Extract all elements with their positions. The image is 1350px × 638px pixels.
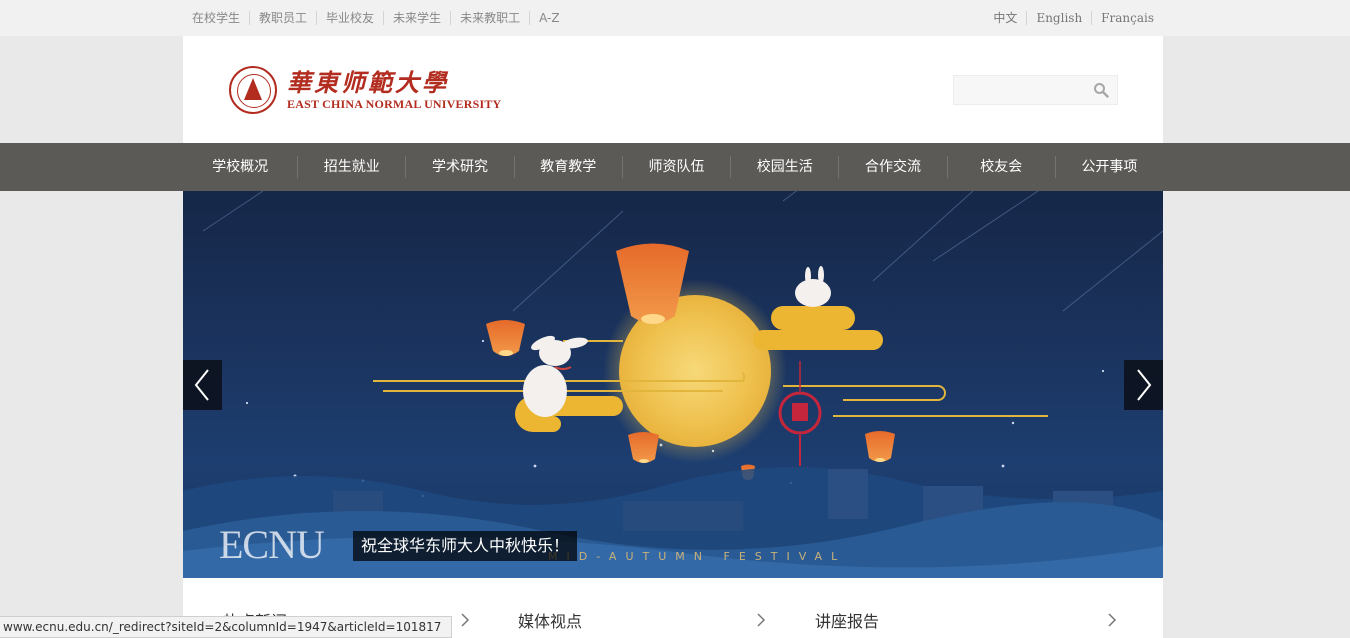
- lang-english[interactable]: English: [1027, 11, 1091, 25]
- carousel-prev-button[interactable]: [183, 360, 222, 410]
- link-a-z[interactable]: A-Z: [530, 11, 569, 25]
- nav-alumni[interactable]: 校友会: [948, 143, 1055, 191]
- logo-chinese-name: 華東师範大學: [287, 68, 449, 97]
- chevron-right-icon[interactable]: [460, 613, 470, 627]
- search-box: [953, 75, 1118, 105]
- chevron-left-icon: [194, 369, 209, 401]
- section-lectures[interactable]: 讲座报告: [815, 608, 1117, 632]
- carousel-next-button[interactable]: [1124, 360, 1163, 410]
- university-logo[interactable]: 華東师範大學 EAST CHINA NORMAL UNIVERSITY: [229, 66, 501, 114]
- banner-caption[interactable]: 祝全球华东师大人中秋快乐！: [353, 531, 578, 561]
- logo-wordmark: 華東师範大學 EAST CHINA NORMAL UNIVERSITY: [287, 68, 502, 112]
- link-alumni[interactable]: 毕业校友: [317, 11, 383, 25]
- chevron-right-icon[interactable]: [756, 613, 766, 627]
- top-utility-bar: 在校学生 教职员工 毕业校友 未来学生 未来教职工 A-Z 中文 English…: [0, 0, 1350, 36]
- logo-english-name: EAST CHINA NORMAL UNIVERSITY: [287, 97, 502, 111]
- chevron-right-icon: [1137, 369, 1152, 401]
- language-links: 中文 English Français: [984, 11, 1163, 25]
- lang-french[interactable]: Français: [1092, 11, 1163, 25]
- mid-autumn-illustration: [183, 191, 1163, 578]
- nav-faculty[interactable]: 师资队伍: [623, 143, 730, 191]
- link-future-staff[interactable]: 未来教职工: [451, 11, 529, 25]
- lang-chinese[interactable]: 中文: [984, 11, 1026, 25]
- banner-watermark: ECNU: [219, 522, 325, 567]
- nav-public-affairs[interactable]: 公开事项: [1056, 143, 1163, 191]
- nav-education[interactable]: 教育教学: [515, 143, 622, 191]
- nav-cooperation[interactable]: 合作交流: [839, 143, 946, 191]
- nav-admissions[interactable]: 招生就业: [298, 143, 405, 191]
- main-nav: 学校概况 招生就业 学术研究 教育教学 师资队伍 校园生活 合作交流 校友会 公…: [183, 143, 1163, 191]
- search-icon[interactable]: [1093, 82, 1109, 98]
- chevron-right-icon[interactable]: [1107, 613, 1117, 627]
- hero-carousel[interactable]: ECNU MID-AUTUMN FESTIVAL 祝全球华东师大人中秋快乐！: [183, 191, 1163, 578]
- section-title: 媒体视点: [518, 612, 583, 631]
- nav-campus-life[interactable]: 校园生活: [731, 143, 838, 191]
- seal-emblem-icon: [229, 66, 277, 114]
- nav-research[interactable]: 学术研究: [406, 143, 513, 191]
- site-header: 華東师範大學 EAST CHINA NORMAL UNIVERSITY: [183, 36, 1163, 143]
- top-utility-inner: 在校学生 教职员工 毕业校友 未来学生 未来教职工 A-Z 中文 English…: [183, 0, 1163, 36]
- festival-text: MID-AUTUMN FESTIVAL: [548, 550, 847, 563]
- rabbit-right-icon: [795, 266, 831, 307]
- browser-status-url: www.ecnu.edu.cn/_redirect?siteId=2&colum…: [0, 616, 452, 638]
- link-future-students[interactable]: 未来学生: [384, 11, 450, 25]
- section-media[interactable]: 媒体视点: [518, 608, 766, 632]
- section-title: 讲座报告: [815, 612, 880, 631]
- nav-about[interactable]: 学校概况: [183, 143, 297, 191]
- main-nav-bar: 学校概况 招生就业 学术研究 教育教学 师资队伍 校园生活 合作交流 校友会 公…: [0, 143, 1350, 191]
- link-current-students[interactable]: 在校学生: [183, 11, 249, 25]
- tree-icon: [244, 78, 262, 100]
- audience-links: 在校学生 教职员工 毕业校友 未来学生 未来教职工 A-Z: [183, 11, 569, 25]
- search-input[interactable]: [954, 76, 1084, 104]
- link-faculty-staff[interactable]: 教职员工: [250, 11, 316, 25]
